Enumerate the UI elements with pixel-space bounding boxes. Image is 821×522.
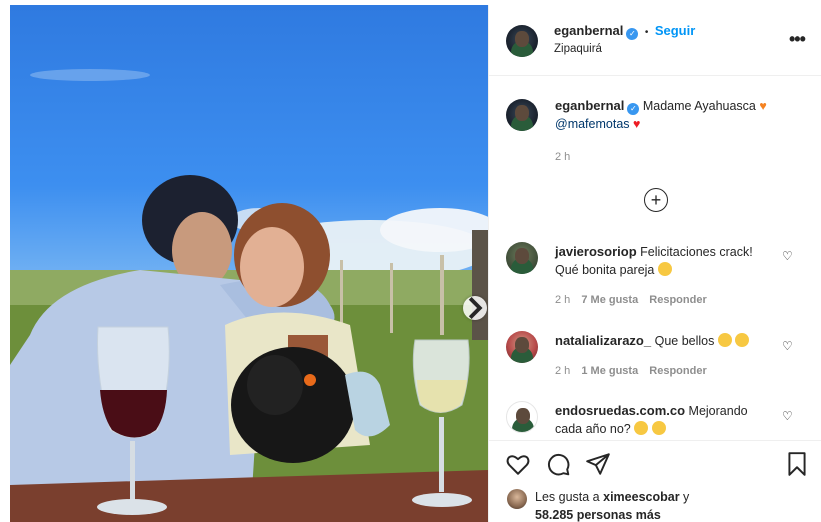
comment-likes[interactable]: 1 Me gusta xyxy=(581,365,638,377)
caption-avatar[interactable] xyxy=(506,99,538,131)
photo-scene xyxy=(10,69,488,522)
likes-conjunction: y xyxy=(683,490,690,504)
author-username[interactable]: eganbernal xyxy=(554,23,623,38)
sunglasses-emoji-icon xyxy=(657,262,672,276)
load-more-comments-button[interactable]: + xyxy=(644,188,668,212)
like-comment-heart-icon[interactable]: ♡ xyxy=(782,249,793,263)
more-icon: ••• xyxy=(789,29,806,49)
reply-button[interactable]: Responder xyxy=(649,365,706,377)
like-comment-heart-icon[interactable]: ♡ xyxy=(782,339,793,353)
comment-text-line-2: Qué bonita pareja xyxy=(555,261,672,279)
comment-avatar[interactable] xyxy=(506,331,538,363)
caption-time: 2 h xyxy=(555,151,571,163)
likes-prefix: Les gusta a xyxy=(535,490,600,504)
comment-text-line-2: cada año no? xyxy=(555,420,666,438)
liker-avatar[interactable] xyxy=(507,489,527,509)
post-header: eganbernal ✓ • Seguir Zipaquirá ••• xyxy=(489,5,821,76)
caption-body: Madame Ayahuasca xyxy=(642,99,756,113)
comment-body: Mejorando xyxy=(688,404,748,418)
comment-body-2: cada año no? xyxy=(555,422,631,436)
star-eyes-emoji-icon xyxy=(717,333,732,347)
comment-text-line-1: natalializarazo_ Que bellos xyxy=(555,332,750,350)
comment-time: 2 h xyxy=(555,294,571,306)
comment-time: 2 h xyxy=(555,365,571,377)
caption-line-2: @mafemotas ♥ xyxy=(555,115,640,133)
comment-author[interactable]: javierosoriop xyxy=(555,244,637,259)
chevron-right-icon xyxy=(468,297,483,319)
post-panel: eganbernal ✓ • Seguir Zipaquirá ••• eganb… xyxy=(488,5,821,522)
red-heart-icon: ♥ xyxy=(633,117,641,131)
heart-icon[interactable] xyxy=(505,451,531,477)
post-location[interactable]: Zipaquirá xyxy=(554,43,602,55)
verified-badge-icon: ✓ xyxy=(626,27,639,40)
emoji-icon xyxy=(651,421,666,435)
plus-icon: + xyxy=(650,190,662,210)
comment-avatar[interactable] xyxy=(506,401,538,433)
reply-button[interactable]: Responder xyxy=(649,294,706,306)
share-icon[interactable] xyxy=(585,451,611,477)
post-actions: Les gusta a ximeescobar y 58.285 persona… xyxy=(489,440,821,522)
separator-dot: • xyxy=(644,27,649,38)
author-avatar[interactable] xyxy=(506,25,538,57)
comment-author[interactable]: natalializarazo_ xyxy=(555,333,651,348)
likes-summary: Les gusta a ximeescobar y 58.285 persona… xyxy=(535,488,689,522)
comment-text-line-1: javierosoriop Felicitaciones crack! xyxy=(555,243,753,261)
post-photo[interactable] xyxy=(10,5,488,522)
comment-likes[interactable]: 7 Me gusta xyxy=(581,294,638,306)
orange-heart-icon: ♥ xyxy=(759,99,767,113)
comment-meta: 2 h 7 Me gusta Responder xyxy=(555,294,707,306)
comment-avatar[interactable] xyxy=(506,242,538,274)
caption-mention[interactable]: @mafemotas xyxy=(555,117,630,131)
bookmark-icon[interactable] xyxy=(784,451,810,477)
caption-author[interactable]: eganbernal xyxy=(555,98,624,113)
comment-meta: 2 h 1 Me gusta Responder xyxy=(555,365,707,377)
comment-icon[interactable] xyxy=(545,451,571,477)
comment-author[interactable]: endosruedas.com.co xyxy=(555,403,685,418)
comment-body-2: Qué bonita pareja xyxy=(555,263,655,277)
star-eyes-emoji-icon xyxy=(735,333,750,347)
liker-username[interactable]: ximeescobar xyxy=(603,490,679,504)
comment-body: Que bellos xyxy=(654,334,715,348)
comment-body: Felicitaciones crack! xyxy=(640,245,753,259)
verified-badge-icon: ✓ xyxy=(627,103,640,115)
like-comment-heart-icon[interactable]: ♡ xyxy=(782,409,793,423)
likes-count[interactable]: 58.285 personas más xyxy=(535,508,661,522)
next-photo-button[interactable] xyxy=(463,296,487,320)
follow-button[interactable]: Seguir xyxy=(655,23,695,38)
emoji-icon xyxy=(634,421,649,435)
more-options-button[interactable]: ••• xyxy=(789,29,806,50)
comment-text-line-1: endosruedas.com.co Mejorando xyxy=(555,402,748,420)
comments-list: eganbernal ✓ Madame Ayahuasca ♥ @mafemota… xyxy=(489,77,821,440)
caption-text: eganbernal ✓ Madame Ayahuasca ♥ xyxy=(555,97,767,115)
